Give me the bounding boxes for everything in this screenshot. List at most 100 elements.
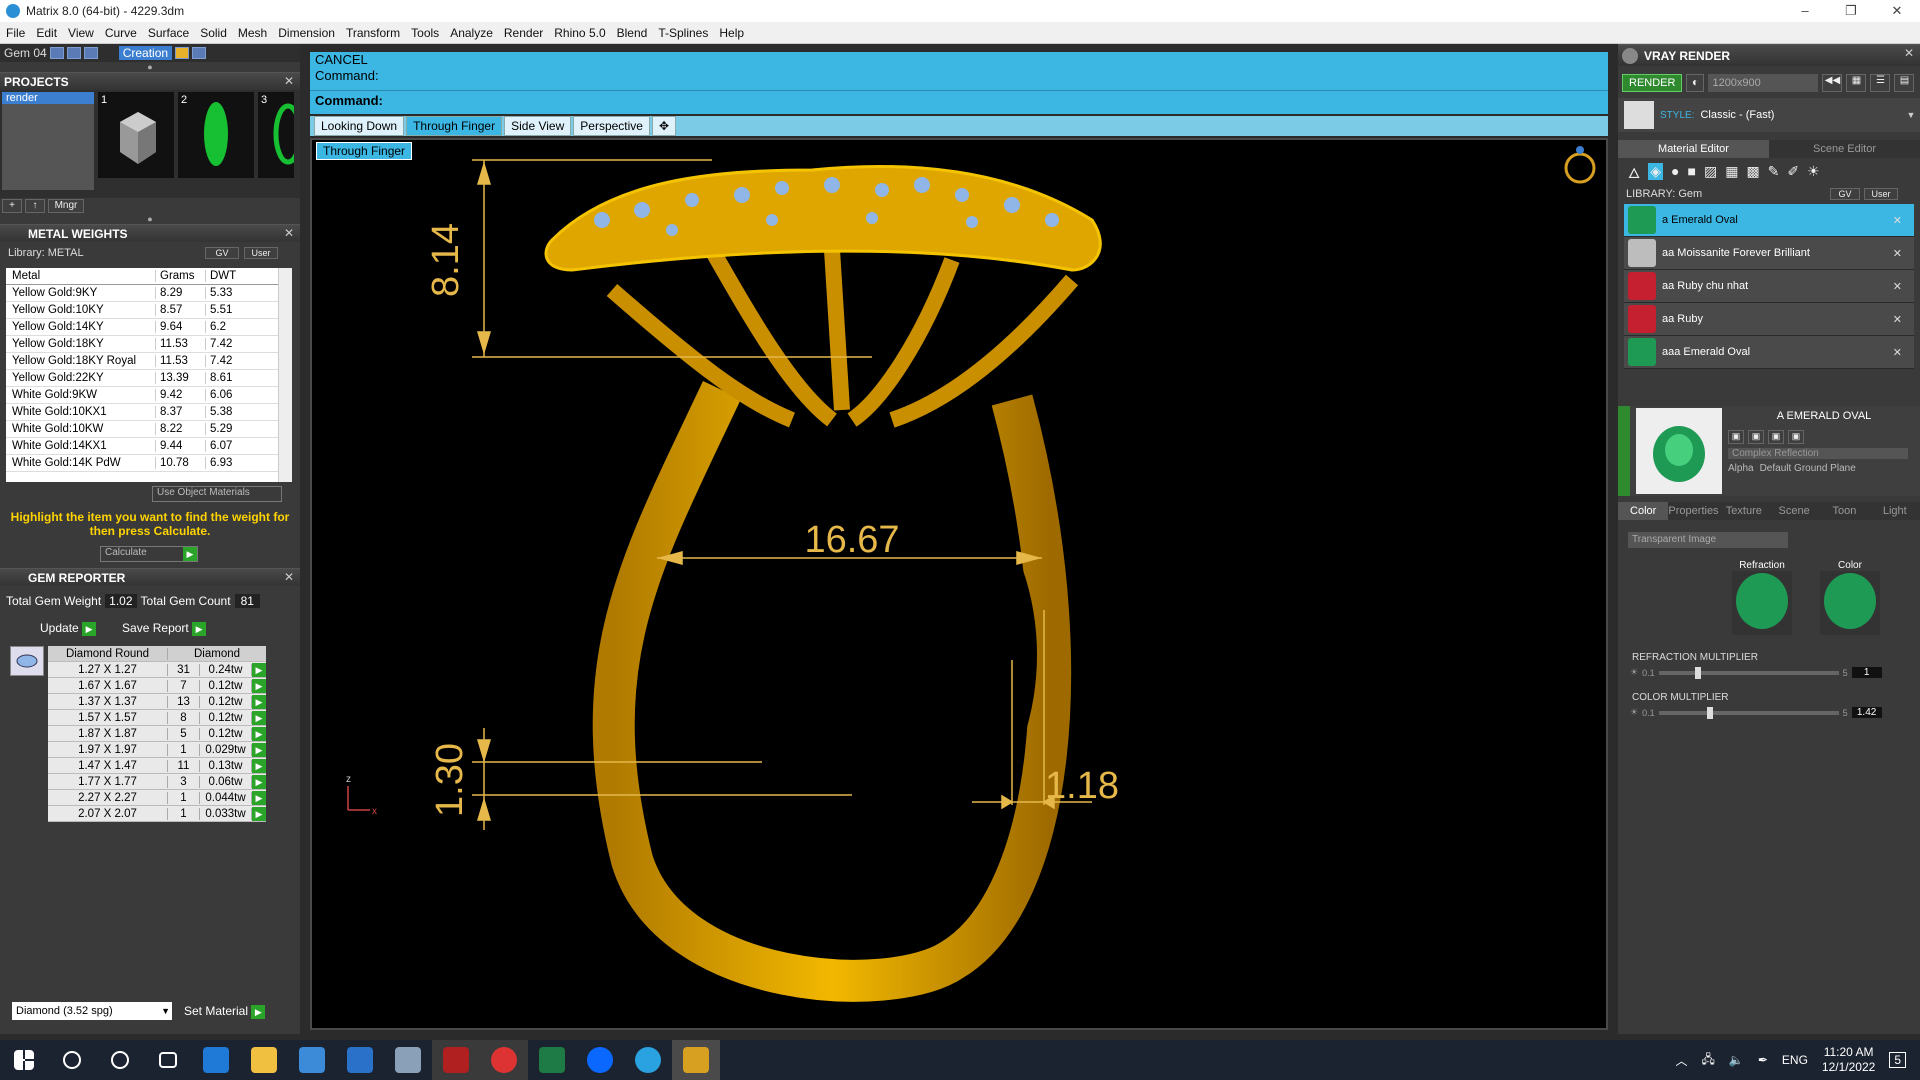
metal-row[interactable]: Yellow Gold:18KY 11.53 7.42 — [6, 336, 292, 353]
subtab-scene[interactable]: Scene — [1769, 502, 1819, 520]
grid-icon[interactable]: ▦ — [1846, 74, 1867, 92]
remove-icon[interactable]: ✕ — [1893, 280, 1902, 293]
remove-icon[interactable]: ✕ — [1893, 313, 1902, 326]
flame-icon[interactable]: 🜂 — [1628, 157, 1640, 186]
menu-tsplines[interactable]: T-Splines — [658, 26, 708, 40]
bulb-icon[interactable]: ☀ — [1807, 163, 1820, 180]
menu-transform[interactable]: Transform — [346, 26, 400, 40]
viewport[interactable]: Through Finger 8.14 16.67 1.30 1.18 z x — [310, 138, 1608, 1030]
select-gem-icon[interactable]: ▶ — [252, 726, 266, 741]
chrome-button[interactable] — [480, 1040, 528, 1080]
set-material-button[interactable]: Set Material ▶ — [184, 1004, 266, 1019]
thumb-ring[interactable]: 3 — [258, 92, 303, 178]
tab-scene-editor[interactable]: Scene Editor — [1769, 140, 1920, 158]
gem-type-icon[interactable]: ◈ — [1648, 162, 1664, 180]
command-input[interactable]: Command: — [310, 90, 1608, 110]
clock[interactable]: 11:20 AM 12/1/2022 — [1822, 1045, 1875, 1075]
start-button[interactable] — [0, 1040, 48, 1080]
refraction-swatch[interactable]: Refraction — [1730, 560, 1794, 638]
select-gem-icon[interactable]: ▶ — [252, 742, 266, 757]
color-swatch[interactable]: Color — [1818, 560, 1882, 638]
menu-blend[interactable]: Blend — [617, 26, 648, 40]
gem-row[interactable]: 1.47 X 1.47 11 0.13tw ▶ — [48, 758, 266, 774]
gv-button[interactable]: GV — [205, 247, 239, 259]
add-project-icon[interactable]: + — [2, 199, 22, 213]
tab-through-finger[interactable]: Through Finger — [406, 116, 503, 136]
preview-expander[interactable] — [1618, 406, 1630, 496]
remove-icon[interactable]: ✕ — [1893, 214, 1902, 227]
menu-curve[interactable]: Curve — [105, 26, 137, 40]
minimize-button[interactable]: – — [1782, 0, 1828, 22]
render-settings-icon[interactable]: ◐ — [1686, 74, 1705, 92]
prev-icon[interactable]: ◀◀ — [1822, 74, 1843, 92]
mail-button[interactable] — [336, 1040, 384, 1080]
gem-row[interactable]: 1.27 X 1.27 31 0.24tw ▶ — [48, 662, 266, 678]
gem-row[interactable]: 2.07 X 2.07 1 0.033tw ▶ — [48, 806, 266, 822]
excel-button[interactable] — [528, 1040, 576, 1080]
square-icon[interactable]: ■ — [1688, 163, 1696, 179]
refraction-slider[interactable] — [1658, 666, 1839, 679]
brush-icon[interactable]: ✐ — [1787, 163, 1799, 180]
alpha-toggle[interactable]: Alpha — [1728, 463, 1754, 474]
project-item-render[interactable]: render — [2, 92, 94, 104]
close-icon[interactable]: ✕ — [284, 570, 294, 584]
subtab-texture[interactable]: Texture — [1719, 502, 1769, 520]
close-window-button[interactable]: ✕ — [1874, 0, 1920, 22]
creation-tool2-icon[interactable] — [192, 47, 207, 59]
slider-thumb[interactable] — [1694, 666, 1701, 679]
select-gem-icon[interactable]: ▶ — [252, 710, 266, 725]
grid-icon[interactable]: ▦ — [1725, 163, 1738, 180]
metal-row[interactable]: White Gold:14KX1 9.44 6.07 — [6, 438, 292, 455]
material-library-list[interactable]: a Emerald Oval ✕ aa Moissanite Forever Bri… — [1624, 204, 1914, 402]
gem-row[interactable]: 2.27 X 2.27 1 0.044tw ▶ — [48, 790, 266, 806]
material-select[interactable]: Diamond (3.52 spg) ▼ — [12, 1002, 172, 1020]
manager-button[interactable]: Mngr — [48, 199, 84, 213]
sphere-icon[interactable]: ● — [1671, 163, 1679, 179]
gem-row[interactable]: 1.87 X 1.87 5 0.12tw ▶ — [48, 726, 266, 742]
rhino-button[interactable] — [432, 1040, 480, 1080]
list-icon[interactable]: ☰ — [1870, 74, 1891, 92]
paste-icon[interactable]: ▣ — [1768, 430, 1784, 444]
menu-view[interactable]: View — [68, 26, 94, 40]
copy-icon[interactable]: ▣ — [1748, 430, 1764, 444]
gem-row[interactable]: 1.97 X 1.97 1 0.029tw ▶ — [48, 742, 266, 758]
select-gem-icon[interactable]: ▶ — [252, 678, 266, 693]
subtab-toon[interactable]: Toon — [1819, 502, 1869, 520]
metal-row[interactable]: Yellow Gold:10KY 8.57 5.51 — [6, 302, 292, 319]
gem-tool-icon[interactable] — [66, 47, 81, 59]
user-button[interactable]: User — [1864, 188, 1898, 200]
slider-thumb[interactable] — [1706, 706, 1713, 719]
paint-icon[interactable]: ✎ — [1768, 163, 1780, 180]
chevron-down-icon[interactable]: ▼ — [1906, 110, 1915, 120]
pattern-icon[interactable]: ▨ — [1704, 163, 1717, 180]
metal-row[interactable]: White Gold:14K PdW 10.78 6.93 — [6, 455, 292, 472]
gem-row[interactable]: 1.67 X 1.67 7 0.12tw ▶ — [48, 678, 266, 694]
collapse-handle[interactable]: ● — [0, 62, 300, 72]
menu-solid[interactable]: Solid — [200, 26, 227, 40]
save-report-button[interactable]: Save Report ▶ — [122, 621, 207, 636]
remove-icon[interactable]: ✕ — [1893, 247, 1902, 260]
move-up-icon[interactable]: ↑ — [25, 199, 45, 213]
library-item[interactable]: aa Ruby ✕ — [1624, 303, 1914, 336]
menu-tools[interactable]: Tools — [411, 26, 439, 40]
menu-render[interactable]: Render — [504, 26, 543, 40]
library-item[interactable]: aa Ruby chu nhat ✕ — [1624, 270, 1914, 303]
store-button[interactable] — [288, 1040, 336, 1080]
update-button[interactable]: Update ▶ — [40, 621, 97, 636]
cortana-button[interactable] — [96, 1040, 144, 1080]
transparent-select[interactable]: Transparent Image — [1628, 532, 1788, 548]
export-icon[interactable]: ▣ — [1788, 430, 1804, 444]
network-icon[interactable]: 🖧 — [1702, 1050, 1715, 1071]
creation-button[interactable]: Creation — [118, 46, 173, 60]
close-icon[interactable]: ✕ — [284, 74, 294, 88]
search-button[interactable] — [48, 1040, 96, 1080]
library-item[interactable]: aa Moissanite Forever Brilliant ✕ — [1624, 237, 1914, 270]
gem-nav-icon[interactable] — [49, 47, 64, 59]
close-icon[interactable]: ✕ — [1904, 46, 1914, 60]
select-gem-icon[interactable]: ▶ — [252, 774, 266, 789]
gem-row[interactable]: 1.57 X 1.57 8 0.12tw ▶ — [48, 710, 266, 726]
save-icon[interactable]: ▣ — [1728, 430, 1744, 444]
tab-material-editor[interactable]: Material Editor — [1618, 140, 1769, 158]
metal-scrollbar[interactable] — [278, 268, 292, 482]
render-button[interactable]: RENDER — [1622, 74, 1683, 92]
